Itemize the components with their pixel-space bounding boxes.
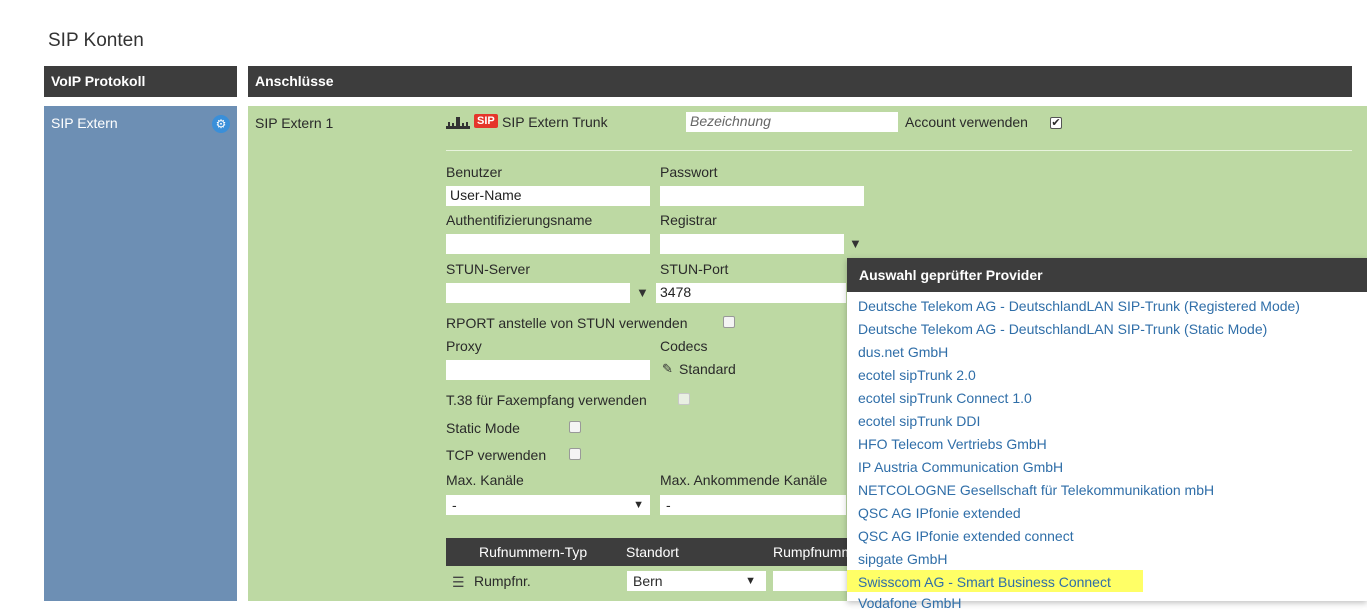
trunk-title: SIP Extern Trunk <box>502 114 608 130</box>
tcp-label: TCP verwenden <box>446 447 547 463</box>
connection-item-sip-extern-1[interactable]: SIP Extern 1 <box>255 115 333 131</box>
static-mode-checkbox[interactable] <box>569 421 581 433</box>
provider-item[interactable]: HFO Telecom Vertriebs GmbH <box>858 436 1047 452</box>
provider-item[interactable]: ecotel sipTrunk 2.0 <box>858 367 976 383</box>
provider-item[interactable]: Deutsche Telekom AG - DeutschlandLAN SIP… <box>858 321 1267 337</box>
provider-item[interactable]: NETCOLOGNE Gesellschaft für Telekommunik… <box>858 482 1214 498</box>
filter-icon[interactable]: ▼ <box>636 285 649 300</box>
static-mode-label: Static Mode <box>446 420 520 436</box>
number-table-header: Rufnummern-Typ Standort Rumpfnummer <box>446 538 866 566</box>
header-anschluesse: Anschlüsse <box>248 66 1352 97</box>
stun-server-input[interactable] <box>446 283 630 303</box>
chevron-down-icon: ▼ <box>745 575 756 587</box>
stun-port-label: STUN-Port <box>660 261 729 277</box>
provider-item[interactable]: IP Austria Communication GmbH <box>858 459 1063 475</box>
auth-name-input[interactable] <box>446 234 650 254</box>
account-verwenden-label: Account verwenden <box>905 114 1028 130</box>
bezeichnung-input[interactable]: Bezeichnung <box>686 112 898 132</box>
provider-item[interactable]: QSC AG IPfonie extended <box>858 505 1021 521</box>
gear-icon[interactable]: ⚙ <box>212 115 230 133</box>
col-standort: Standort <box>626 544 679 560</box>
divider <box>446 150 1352 151</box>
provider-item[interactable]: Deutsche Telekom AG - DeutschlandLAN SIP… <box>858 298 1300 314</box>
row-type: Rumpfnr. <box>474 573 531 589</box>
t38-checkbox[interactable] <box>678 393 690 405</box>
max-ankommende-select[interactable]: - <box>660 495 846 515</box>
location-value: Bern <box>633 573 663 589</box>
codecs-label: Codecs <box>660 338 708 354</box>
max-kanaele-label: Max. Kanäle <box>446 472 524 488</box>
provider-item[interactable]: ecotel sipTrunk DDI <box>858 413 980 429</box>
stun-server-label: STUN-Server <box>446 261 531 277</box>
rumpfnummer-input[interactable] <box>773 571 847 591</box>
col-rufnummern-typ: Rufnummern-Typ <box>479 544 588 560</box>
filter-icon[interactable]: ▼ <box>849 236 862 251</box>
max-ankommende-value: - <box>666 497 671 513</box>
benutzer-input[interactable]: User-Name <box>446 186 650 206</box>
provider-dropdown-title: Auswahl geprüfter Provider <box>847 258 1367 292</box>
account-verwenden-checkbox[interactable]: ✔ <box>1050 117 1062 129</box>
pencil-icon[interactable]: ✎ <box>662 361 673 377</box>
protocol-item-sip-extern[interactable]: SIP Extern <box>51 115 118 131</box>
location-select[interactable]: Bern ▼ <box>627 571 766 591</box>
page-title: SIP Konten <box>48 30 144 51</box>
passwort-label: Passwort <box>660 164 718 180</box>
max-kanaele-value: - <box>452 497 457 513</box>
proxy-label: Proxy <box>446 338 482 354</box>
protocol-list <box>44 106 237 601</box>
rport-label: RPORT anstelle von STUN verwenden <box>446 315 688 331</box>
sip-badge: SIP <box>474 114 498 128</box>
provider-item-selected[interactable]: Swisscom AG - Smart Business Connect <box>858 574 1111 590</box>
rport-checkbox[interactable] <box>723 316 735 328</box>
max-ankommende-label: Max. Ankommende Kanäle <box>660 472 828 488</box>
provider-item[interactable]: sipgate GmbH <box>858 551 947 567</box>
header-voip-protokoll: VoIP Protokoll <box>44 66 237 97</box>
provider-item[interactable]: ecotel sipTrunk Connect 1.0 <box>858 390 1032 406</box>
registrar-label: Registrar <box>660 212 717 228</box>
passwort-input[interactable] <box>660 186 864 206</box>
drag-handle-icon[interactable]: ☰ <box>452 574 465 591</box>
provider-item[interactable]: Vodafone GmbH <box>858 595 962 611</box>
proxy-input[interactable] <box>446 360 650 380</box>
chevron-down-icon: ▼ <box>633 499 644 511</box>
stun-port-input[interactable]: 3478 <box>656 283 846 303</box>
provider-item[interactable]: QSC AG IPfonie extended connect <box>858 528 1074 544</box>
network-icon <box>446 117 470 129</box>
benutzer-label: Benutzer <box>446 164 503 180</box>
registrar-input[interactable] <box>660 234 844 254</box>
auth-name-label: Authentifizierungsname <box>446 212 593 228</box>
provider-item[interactable]: dus.net GmbH <box>858 344 948 360</box>
max-kanaele-select[interactable]: - ▼ <box>446 495 650 515</box>
t38-label: T.38 für Faxempfang verwenden <box>446 392 647 408</box>
tcp-checkbox[interactable] <box>569 448 581 460</box>
connection-list <box>248 106 438 601</box>
codecs-value-link[interactable]: Standard <box>679 361 736 377</box>
